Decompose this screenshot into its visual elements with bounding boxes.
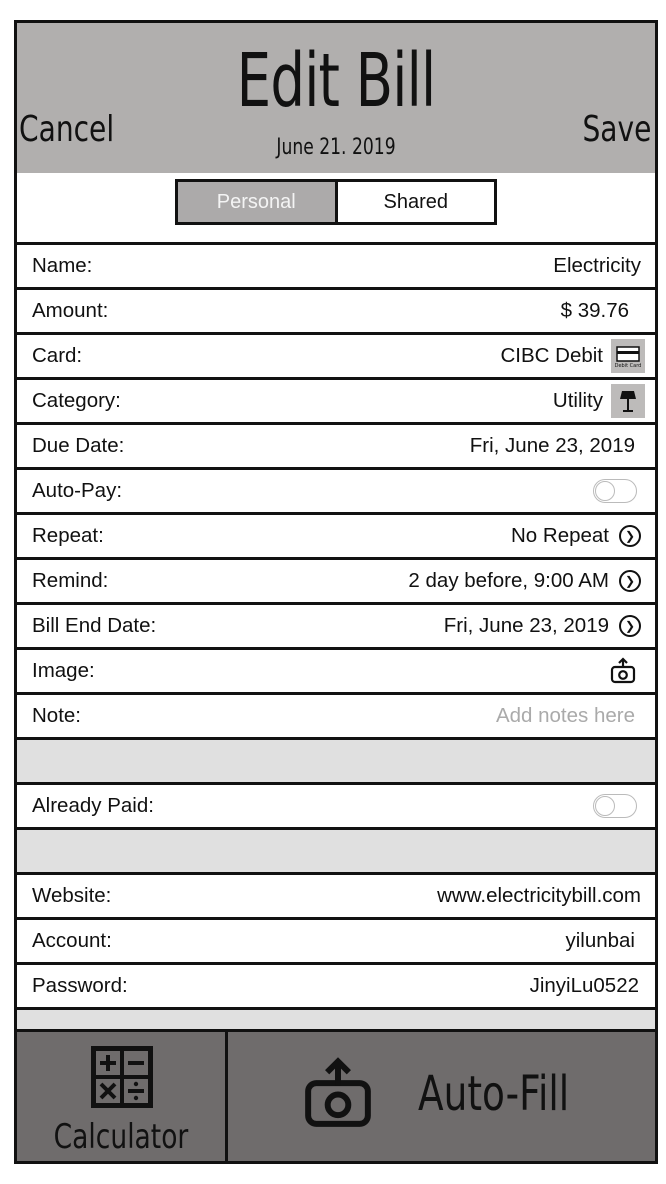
due-date-label: Due Date: (32, 434, 125, 457)
account-row[interactable]: Account: yilunbai (17, 920, 655, 965)
segment-personal[interactable]: Personal (178, 182, 338, 222)
camera-upload-icon (305, 1057, 371, 1127)
bill-end-date-value[interactable]: Fri, June 23, 2019 (444, 614, 609, 638)
card-label: Card: (32, 344, 83, 367)
auto-pay-toggle[interactable] (593, 479, 637, 503)
name-value[interactable]: Electricity (553, 254, 641, 278)
lamp-icon[interactable] (611, 384, 645, 418)
website-value[interactable]: www.electricitybill.com (437, 884, 641, 908)
camera-upload-icon[interactable] (609, 657, 637, 685)
category-label: Category: (32, 389, 121, 412)
already-paid-label: Already Paid: (32, 794, 154, 817)
remind-value-group: 2 day before, 9:00 AM ❯ (408, 569, 641, 593)
bill-end-date-row[interactable]: Bill End Date: Fri, June 23, 2019 ❯ (17, 605, 655, 650)
due-date-row[interactable]: Due Date: Fri, June 23, 2019 (17, 425, 655, 470)
amount-row[interactable]: Amount: $ 39.76 (17, 290, 655, 335)
note-label: Note: (32, 704, 81, 727)
repeat-value-group: No Repeat ❯ (511, 524, 641, 548)
section-divider (17, 830, 655, 875)
note-input[interactable]: Add notes here (496, 704, 635, 728)
bill-end-date-label: Bill End Date: (32, 614, 157, 637)
website-label: Website: (32, 884, 112, 907)
calculator-icon (91, 1046, 153, 1108)
category-value[interactable]: Utility (553, 389, 603, 413)
auto-fill-button[interactable]: Auto-Fill (228, 1032, 655, 1161)
auto-pay-row: Auto-Pay: (17, 470, 655, 515)
header-date: June 21. 2019 (276, 135, 396, 160)
category-value-group: Utility (553, 384, 645, 418)
auto-fill-label: Auto-Fill (418, 1066, 570, 1122)
chevron-right-icon[interactable]: ❯ (619, 615, 641, 637)
bill-end-date-value-group: Fri, June 23, 2019 ❯ (444, 614, 641, 638)
account-value[interactable]: yilunbai (565, 929, 635, 953)
repeat-value[interactable]: No Repeat (511, 524, 609, 548)
section-divider (17, 740, 655, 785)
bill-form: Name: Electricity Amount: $ 39.76 Card: … (17, 245, 655, 1030)
image-label: Image: (32, 659, 95, 682)
password-label: Password: (32, 974, 128, 997)
already-paid-toggle[interactable] (593, 794, 637, 818)
bill-type-segmented-control: Personal Shared (175, 179, 497, 225)
already-paid-row: Already Paid: (17, 785, 655, 830)
amount-value[interactable]: $ 39.76 (561, 299, 629, 323)
debit-card-icon[interactable]: Debit Card (611, 339, 645, 373)
remind-label: Remind: (32, 569, 109, 592)
account-label: Account: (32, 929, 112, 952)
card-value-group: CIBC Debit Debit Card (500, 339, 645, 373)
page-title: Edit Bill (236, 38, 436, 124)
website-row[interactable]: Website: www.electricitybill.com (17, 875, 655, 920)
remind-row[interactable]: Remind: 2 day before, 9:00 AM ❯ (17, 560, 655, 605)
edit-bill-screen: Edit Bill June 21. 2019 Cancel Save Pers… (14, 20, 658, 1164)
save-button[interactable]: Save (582, 109, 651, 150)
amount-label: Amount: (32, 299, 109, 322)
repeat-label: Repeat: (32, 524, 104, 547)
header: Edit Bill June 21. 2019 Cancel Save (17, 23, 655, 173)
password-value[interactable]: JinyiLu0522 (530, 974, 639, 998)
segment-shared[interactable]: Shared (338, 182, 495, 222)
repeat-row[interactable]: Repeat: No Repeat ❯ (17, 515, 655, 560)
image-row[interactable]: Image: (17, 650, 655, 695)
category-row[interactable]: Category: Utility (17, 380, 655, 425)
remind-value[interactable]: 2 day before, 9:00 AM (408, 569, 609, 593)
section-divider (17, 1010, 655, 1030)
auto-pay-label: Auto-Pay: (32, 479, 123, 502)
password-row[interactable]: Password: JinyiLu0522 (17, 965, 655, 1010)
chevron-right-icon[interactable]: ❯ (619, 570, 641, 592)
chevron-right-icon[interactable]: ❯ (619, 525, 641, 547)
card-row[interactable]: Card: CIBC Debit Debit Card (17, 335, 655, 380)
bill-type-area: Personal Shared (17, 173, 655, 245)
bottom-toolbar: Calculator Auto-Fill (17, 1029, 655, 1161)
note-row[interactable]: Note: Add notes here (17, 695, 655, 740)
card-value[interactable]: CIBC Debit (500, 344, 603, 368)
calculator-button[interactable]: Calculator (17, 1032, 228, 1161)
debit-card-icon-label: Debit Card (615, 363, 642, 369)
name-row[interactable]: Name: Electricity (17, 245, 655, 290)
calculator-label: Calculator (53, 1117, 189, 1157)
name-label: Name: (32, 254, 93, 277)
due-date-value[interactable]: Fri, June 23, 2019 (470, 434, 635, 458)
cancel-button[interactable]: Cancel (19, 109, 114, 150)
